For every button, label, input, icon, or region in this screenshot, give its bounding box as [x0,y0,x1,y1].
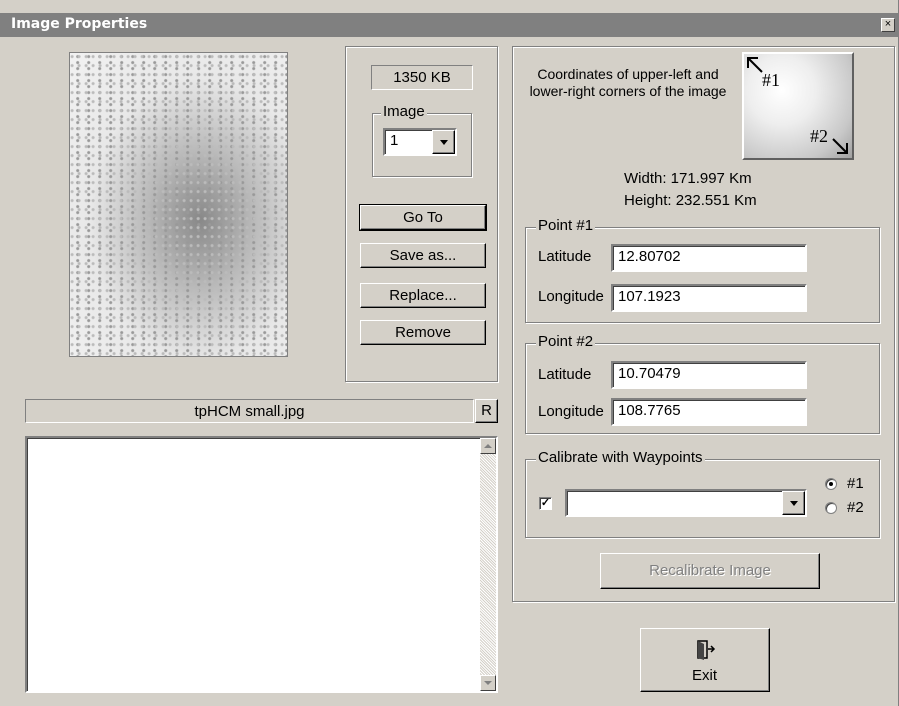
point2-latitude-label: Latitude [538,366,592,383]
point2-longitude-input[interactable]: 108.7765 [611,398,807,426]
radio-point2[interactable] [825,502,837,514]
corner-arrows-icon [747,57,848,154]
point1-longitude-input[interactable]: 107.1923 [611,284,807,312]
point1-latitude-input[interactable]: 12.80702 [611,244,807,272]
exit-button[interactable]: Exit [640,628,770,692]
width-label: Width: 171.997 Km [624,170,752,187]
chevron-down-icon[interactable] [432,130,455,154]
replace-button[interactable]: Replace... [360,283,486,308]
corner-diagram-icon: #1 #2 [742,52,854,160]
height-label: Height: 232.551 Km [624,192,757,209]
corner-label-2: #2 [810,126,828,146]
vertical-scrollbar[interactable] [480,438,496,691]
corner-label-1: #1 [762,70,780,90]
calibrate-checkbox[interactable]: ✓ [539,497,552,510]
waypoint-select[interactable] [565,489,807,517]
point1-latitude-label: Latitude [538,248,592,265]
window-title: Image Properties [11,16,148,32]
exit-door-icon [697,640,716,660]
image-select-value: 1 [390,132,399,149]
image-group-label: Image [381,103,427,120]
point2-longitude-label: Longitude [538,403,604,420]
point2-label: Point #2 [536,333,596,350]
point1-label: Point #1 [536,217,596,234]
title-bar: Image Properties × [0,13,899,37]
close-icon[interactable]: × [881,18,895,32]
calibrate-group-label: Calibrate with Waypoints [536,449,705,466]
point1-longitude-label: Longitude [538,288,604,305]
coordinates-description: Coordinates of upper-left and lower-righ… [529,66,727,99]
radio-point1-label: #1 [847,475,864,492]
notes-textarea[interactable] [25,436,498,693]
r-button[interactable]: R [475,399,498,423]
point2-latitude-input[interactable]: 10.70479 [611,361,807,389]
scroll-up-icon[interactable] [480,438,496,454]
radio-point2-label: #2 [847,499,864,516]
image-thumbnail [69,52,288,357]
scroll-down-icon[interactable] [480,675,496,691]
radio-point1[interactable] [825,478,837,490]
chevron-down-icon[interactable] [782,491,805,515]
filename-display: tpHCM small.jpg [25,399,474,423]
remove-button[interactable]: Remove [360,320,486,345]
exit-label: Exit [692,667,718,684]
file-size-display: 1350 KB [371,65,473,90]
save-as-button[interactable]: Save as... [360,243,486,268]
go-to-button[interactable]: Go To [359,204,487,231]
image-properties-dialog: Image Properties × 1350 KB Image 1 Go To… [0,0,899,706]
recalibrate-button[interactable]: Recalibrate Image [600,553,820,589]
